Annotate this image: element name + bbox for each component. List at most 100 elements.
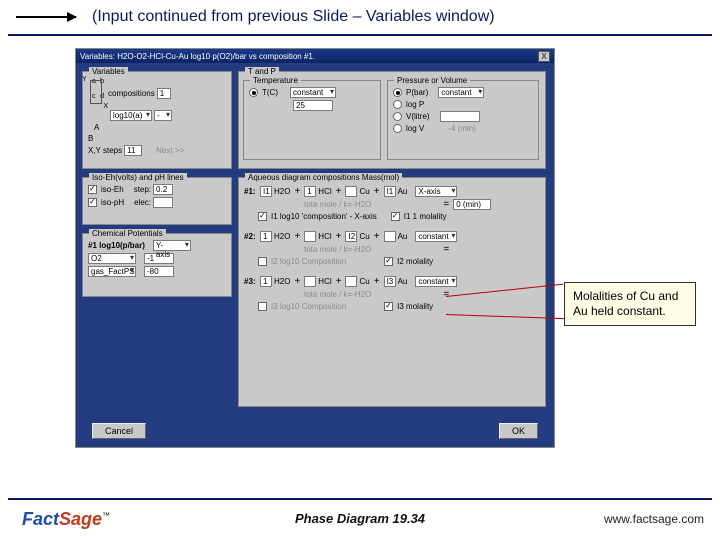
radio-logv[interactable] [393,124,402,133]
steps-label: X,Y steps [88,146,122,155]
cb-iso-eh[interactable] [88,185,97,194]
point-b-label: B [88,134,93,143]
logv-label: log V [406,124,424,133]
tc-fixed-input[interactable]: 25 [293,100,333,111]
cb-i1a-label: I1 log10 'composition' - X-axis [271,212,377,221]
radio-tc[interactable] [249,88,258,97]
iso-eh-label: iso-Eh [101,185,124,194]
aq-h2o-1: H2O [274,187,290,196]
aq3-axis-select[interactable]: constant [415,276,457,287]
point-a-label: A [94,123,99,132]
cb-i3a-label: I3 log10 Composition [271,302,346,311]
panel-iso-title: Iso-Eh(volts) and pH lines [89,173,187,182]
log-select[interactable]: log10(a) [110,110,152,121]
panel-temp-title: Temperature [250,76,301,85]
cb-iso-ph[interactable] [88,198,97,207]
compositions-input[interactable]: 1 [157,88,171,99]
cb-i3b[interactable] [384,302,393,311]
cb-i2b[interactable] [384,257,393,266]
plus-icon: + [292,231,302,242]
pbar-label: P(bar) [406,88,428,97]
panel-aq-title: Aqueous diagram compositions Mass(mol) [245,173,402,182]
panel-tp: T and P Temperature T(C) constant 25 Pre… [238,71,546,169]
aq3-cu[interactable] [345,276,357,287]
pbar-select[interactable]: constant [438,87,484,98]
plus-icon: + [372,186,382,197]
tc-label: T(C) [262,88,278,97]
aq1-cu[interactable] [345,186,357,197]
cb-i2b-label: I2 molality [397,257,433,266]
panel-chem-title: Chemical Potentials [89,229,166,238]
aq3-tot: tota mole / k=-H2O [304,290,371,299]
plus-icon: + [292,276,302,287]
aq2-hcl[interactable] [304,231,316,242]
eq-icon: = [441,289,451,300]
cb-i3a[interactable] [258,302,267,311]
header-rule [8,34,712,36]
aq-h2o-3: H2O [274,277,290,286]
aq-au-2: Au [398,232,408,241]
cb-i1b[interactable] [391,212,400,221]
aq3-h2o[interactable]: 1 [260,276,272,287]
aq2-au[interactable] [384,231,396,242]
panel-iso: Iso-Eh(volts) and pH lines iso-Ehstep:0.… [82,177,232,225]
aq-hcl-2: HCl [318,232,331,241]
plus-icon: + [334,186,344,197]
panel-temperature: Temperature T(C) constant 25 [243,80,381,160]
plus-icon: + [372,231,382,242]
aq1-extra-input[interactable]: 0 (min) [453,199,491,210]
aq-h2o-2: H2O [274,232,290,241]
eq-icon: = [441,199,451,210]
footer-rule [8,498,712,500]
cb-i2a-label: I2 log10 Composition [271,257,346,266]
logp-label: log P [406,100,424,109]
plus-icon: + [334,231,344,242]
panel-tp-title: T and P [245,67,279,76]
radio-vlitre[interactable] [393,112,402,121]
aq1-hcl[interactable]: 1 [304,186,316,197]
aq1-au[interactable]: I1 [384,186,396,197]
close-icon[interactable]: X [538,51,550,62]
continuation-arrow [16,16,76,18]
elec-label: elec: [134,198,151,207]
steps-input[interactable]: 11 [124,145,142,156]
eq-icon: = [441,244,451,255]
aq-cu-2: Cu [359,232,369,241]
aq1-axis-select[interactable]: X-axis [415,186,457,197]
aq-row1-label: #1: [244,187,258,196]
chem-row1-label: #1 log10(p/bar) [88,241,145,250]
aq-cu-1: Cu [359,187,369,196]
chem-sp1-select[interactable]: O2 [88,253,136,264]
tc-select[interactable]: constant [290,87,336,98]
aq-hcl-1: HCl [318,187,331,196]
radio-pbar[interactable] [393,88,402,97]
variables-window: Variables: H2O-O2-HCl-Cu-Au log10 p(O2)/… [75,48,555,448]
cb-i1b-label: I1 1 molality [404,212,447,221]
aq2-tot: tota mole / k=-H2O [304,245,371,254]
ok-button[interactable]: OK [499,423,538,439]
cb-i2a[interactable] [258,257,267,266]
v-input[interactable] [440,111,480,122]
cb-i1a[interactable] [258,212,267,221]
log-sel-minor[interactable]: - [154,110,172,121]
chem-yaxis-select[interactable]: Y-axis [153,240,191,251]
cancel-button[interactable]: Cancel [92,423,146,439]
aq-hcl-3: HCl [318,277,331,286]
chem-sp2-select[interactable]: gas_FactPS [88,266,136,277]
window-title: Variables: H2O-O2-HCl-Cu-Au log10 p(O2)/… [80,52,315,61]
chem-v2-input[interactable]: -80 [144,266,174,277]
aq3-hcl[interactable] [304,276,316,287]
aq1-i1[interactable]: I1 [260,186,272,197]
aq2-axis-select[interactable]: constant [415,231,457,242]
aq2-h2o[interactable]: 1 [260,231,272,242]
neg4-min-label: -4 (min) [448,124,476,133]
aq2-cu[interactable]: I2 [345,231,357,242]
footer-url: www.factsage.com [604,512,704,526]
iso-ph-step-input[interactable] [153,197,173,208]
radio-logp[interactable] [393,100,402,109]
aq3-au[interactable]: I3 [384,276,396,287]
iso-eh-step-input[interactable]: 0.2 [153,184,173,195]
callout-molalities: Molalities of Cu and Au held constant. [564,282,696,326]
aq-row2-label: #2: [244,232,258,241]
panel-variables: Variables Y X b a c d compositions 1 log… [82,71,232,169]
